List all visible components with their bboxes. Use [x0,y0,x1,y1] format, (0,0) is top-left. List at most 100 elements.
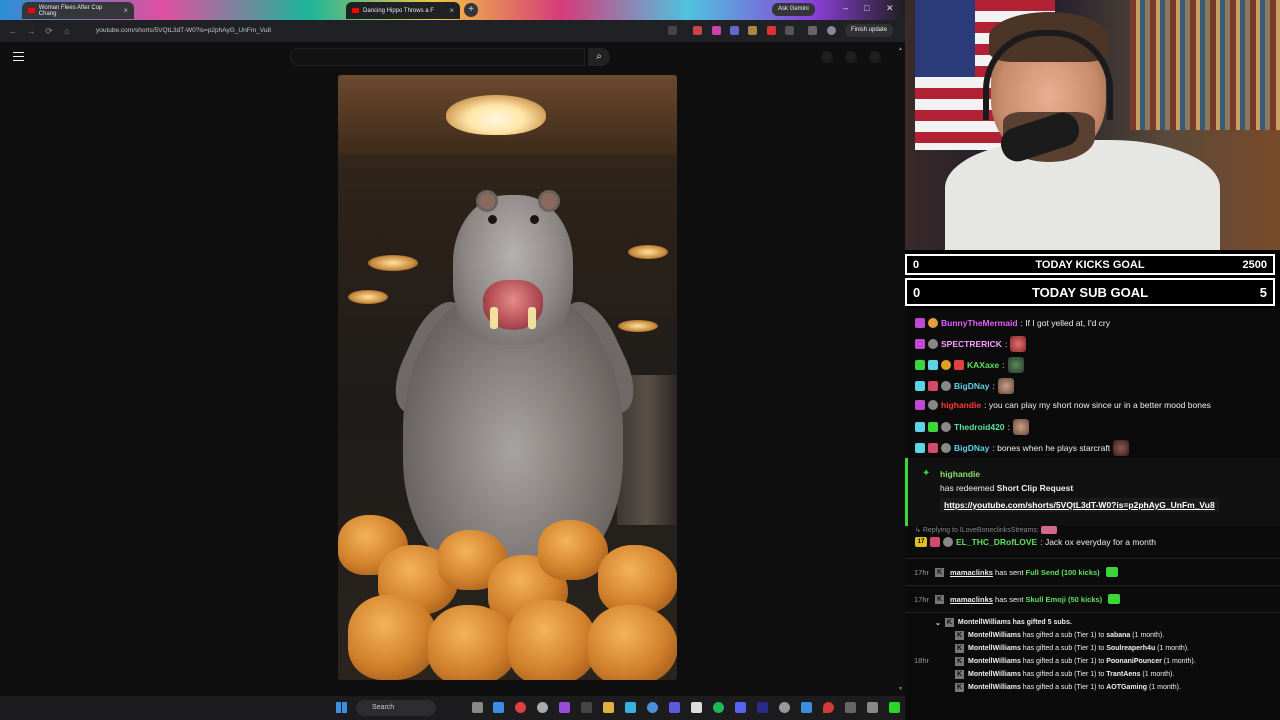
task-view-icon[interactable] [472,702,483,713]
gift-tail: (1 month). [1140,671,1175,678]
reply-to-text: Replying to ILoveBoneclinksStreams: [922,527,1039,534]
extension-icon[interactable] [767,26,776,35]
event-item: Full Send (100 kicks) [1025,567,1100,577]
badge-icon [928,339,938,349]
chat-message: BigDNay : [915,378,1014,394]
file-explorer-icon[interactable] [603,702,614,713]
close-tab-icon[interactable]: × [123,6,128,15]
gift-line: K MontellWilliams has gifted a sub (Tier… [935,642,1275,655]
browser-tab-active[interactable]: Dancing Hippo Throws a F × [346,2,460,19]
search-input[interactable] [290,48,585,66]
chat-message: BigDNay : bones when he plays starcraft [915,440,1130,456]
browser-tab[interactable]: Woman Flees After Cop Chang × [22,2,134,19]
forward-icon[interactable]: → [22,26,40,36]
app-icon[interactable] [625,702,636,713]
app-icon[interactable] [691,702,702,713]
chat-text: : bones when he plays starcraft [992,443,1111,453]
maximize-icon[interactable]: □ [864,3,869,13]
kick-gift-icon [1105,567,1118,577]
app-icon[interactable] [669,702,680,713]
shorts-video-player[interactable] [338,75,677,680]
app-icon[interactable] [845,702,856,713]
gift-line: K MontellWilliams has gifted a sub (Tier… [935,668,1275,681]
scroll-down-icon[interactable]: ▼ [898,686,903,692]
premiere-icon[interactable] [757,702,768,713]
streamer-webcam [905,0,1280,250]
event-user[interactable]: mamaclinks [950,568,993,577]
gifter: MontellWilliams [968,684,1021,691]
close-window-icon[interactable]: ✕ [886,3,894,14]
app-icon[interactable] [581,702,592,713]
sub-badge-icon [915,443,925,453]
chat-text: : If I got yelled at, I'd cry [1020,318,1111,328]
extension-icon[interactable] [748,26,757,35]
close-tab-icon[interactable]: × [449,6,454,15]
event-user[interactable]: mamaclinks [950,595,993,604]
chrome-icon[interactable] [515,702,526,713]
bookshelf [1130,0,1280,130]
account-avatar[interactable] [869,51,881,63]
new-tab-button[interactable]: + [464,3,478,17]
back-icon[interactable]: ← [4,26,22,36]
chat-username[interactable]: highandie [941,400,981,410]
notifications-icon[interactable] [845,51,857,63]
badge-icon [941,381,951,391]
hippo-tooth [490,307,498,329]
kick-icon[interactable] [889,702,900,713]
chat-username[interactable]: BunnyTheMermaid [941,318,1018,328]
app-icon[interactable] [801,702,812,713]
create-icon[interactable] [821,51,833,63]
app-icon[interactable] [647,702,658,713]
discord-icon[interactable] [735,702,746,713]
sub-badge-icon [915,381,925,391]
extensions-puzzle-icon[interactable] [785,26,794,35]
finish-update-button[interactable]: Finish update [845,24,894,37]
scroll-up-icon[interactable]: ▲ [898,46,903,52]
profile-icon[interactable] [808,26,817,35]
app-icon[interactable] [779,702,790,713]
fried-chicken [348,595,438,680]
extension-icon[interactable] [730,26,739,35]
chat-username[interactable]: EL_THC_DRofLOVE [956,537,1037,547]
edge-icon[interactable] [493,702,504,713]
chat-username[interactable]: SPECTRERICK [941,339,1002,349]
gifter: MontellWilliams [968,645,1021,652]
chat-username[interactable]: KAXaxe [967,360,999,370]
sub-badge-icon [915,400,925,410]
kick-logo-icon: K [944,618,954,627]
chat-text: : [992,381,995,391]
reload-icon[interactable]: ⟳ [40,26,58,37]
minimize-icon[interactable]: – [843,3,848,13]
chat-username[interactable]: Thedroid420 [954,422,1005,432]
search-icon[interactable]: ⌕ [588,48,610,66]
gift-badge-icon [928,318,938,328]
bookmark-star-icon[interactable] [668,26,677,35]
windows-start-icon[interactable] [336,702,347,713]
redeem-username[interactable]: highandie [940,469,980,479]
home-icon[interactable]: ⌂ [58,26,76,36]
taskbar-search[interactable]: Search [356,700,436,716]
page-scrollbar[interactable]: ▲ ▼ [898,46,903,692]
spotify-icon[interactable] [713,702,724,713]
background-light [628,245,668,259]
ask-gemini-button[interactable]: Ask Gemini [772,3,815,16]
sub-badge-icon [915,318,925,328]
chat-username[interactable]: BigDNay [954,443,989,453]
chevron-down-icon[interactable]: ⌄ [935,619,941,627]
app-icon[interactable] [537,702,548,713]
maps-icon[interactable] [823,702,834,713]
chat-username[interactable]: BigDNay [954,381,989,391]
recipient: TrantAens [1106,671,1141,678]
event-text: mamaclinks has sent Skull Emoji (50 kick… [950,595,1102,604]
obs-icon[interactable] [559,702,570,713]
redeem-link[interactable]: https://youtube.com/shorts/5VQtL3dT-W0?i… [940,498,1219,512]
app-icon[interactable] [867,702,878,713]
badge-icon [928,360,938,370]
badge-icon [954,360,964,370]
menu-icon[interactable] [13,52,24,61]
extension-icon[interactable] [712,26,721,35]
avatar[interactable] [827,26,836,35]
emote-icon [1012,419,1029,435]
hippo-eye [530,215,539,224]
extension-icon[interactable] [693,26,702,35]
